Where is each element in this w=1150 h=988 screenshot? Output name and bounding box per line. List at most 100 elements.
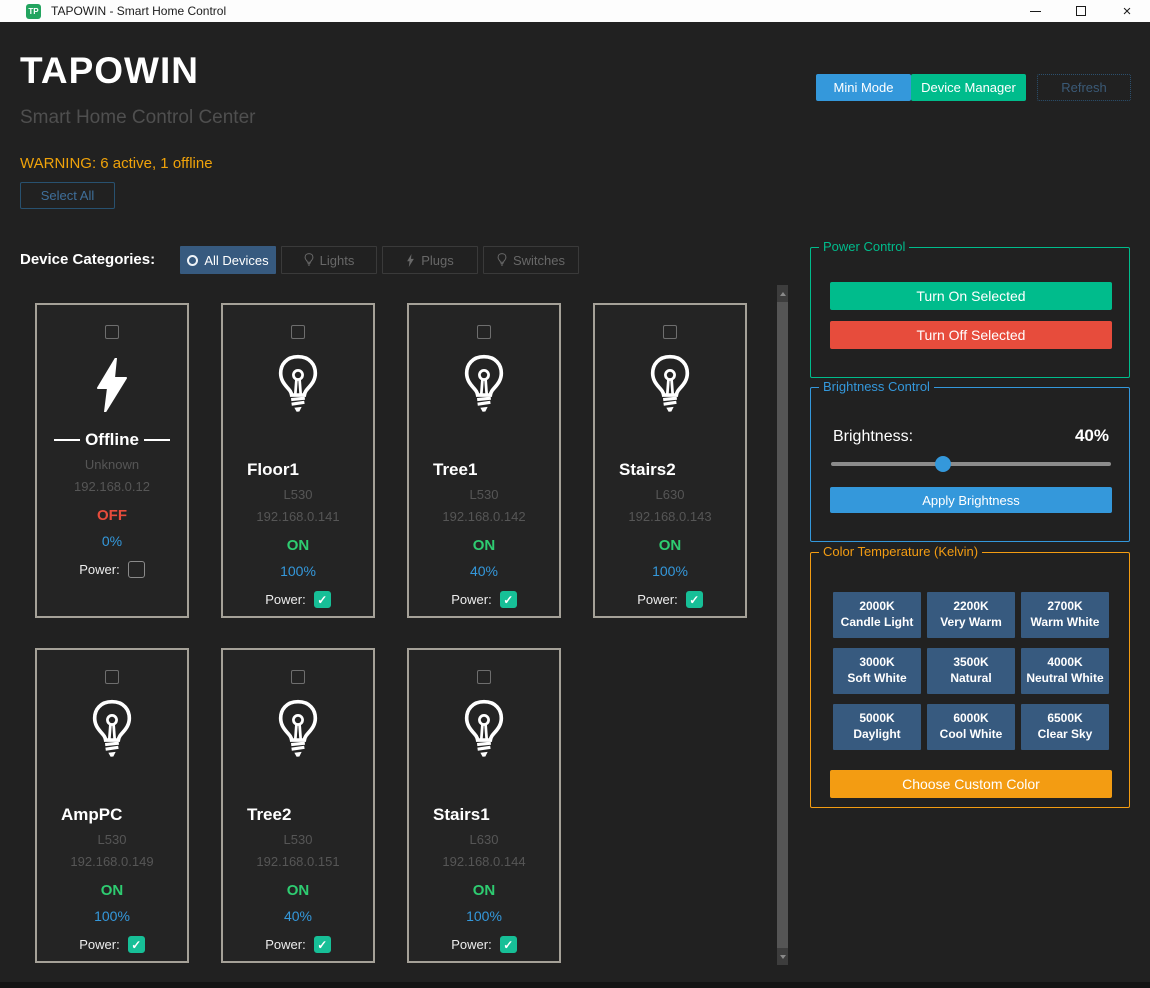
maximize-button[interactable] [1058, 0, 1104, 22]
refresh-button[interactable]: Refresh [1037, 74, 1131, 101]
apply-brightness-button[interactable]: Apply Brightness [830, 487, 1112, 513]
power-checkbox[interactable]: ✓ [500, 936, 517, 953]
page-title: TAPOWIN [20, 50, 199, 92]
kelvin-preset-button[interactable]: 6500K Clear Sky [1021, 704, 1109, 750]
device-model: L530 [470, 487, 499, 502]
kelvin-value: 4000K [1047, 655, 1082, 671]
device-card: Tree1 L530 192.168.0.142 ON 40% Power: ✓ [407, 303, 561, 618]
kelvin-value: 2000K [859, 599, 894, 615]
device-brightness: 100% [280, 563, 316, 579]
kelvin-name: Very Warm [940, 615, 1002, 631]
power-checkbox[interactable]: ✓ [500, 591, 517, 608]
category-tab-label: All Devices [204, 253, 268, 268]
device-model: Unknown [85, 457, 139, 472]
device-status: ON [473, 882, 496, 899]
device-name: Offline [37, 430, 187, 450]
category-tab[interactable]: All Devices [180, 246, 276, 274]
category-tab[interactable]: Lights [281, 246, 377, 274]
color-temperature-group: Color Temperature (Kelvin) 2000K Candle … [810, 552, 1130, 808]
power-label: Power: [265, 937, 305, 952]
kelvin-name: Soft White [847, 671, 906, 687]
turn-on-selected-button[interactable]: Turn On Selected [830, 282, 1112, 310]
offline-bolt-icon [94, 358, 130, 412]
mini-mode-button[interactable]: Mini Mode [816, 74, 911, 101]
device-select-checkbox[interactable] [105, 670, 119, 684]
device-card: AmpPC L530 192.168.0.149 ON 100% Power: … [35, 648, 189, 963]
kelvin-value: 2200K [953, 599, 988, 615]
brightness-slider[interactable] [831, 456, 1111, 472]
device-select-checkbox[interactable] [105, 325, 119, 339]
device-brightness: 100% [94, 908, 130, 924]
device-name: AmpPC [61, 805, 122, 825]
device-select-checkbox[interactable] [477, 670, 491, 684]
kelvin-preset-grid: 2000K Candle Light 2200K Very Warm 2700K… [833, 592, 1109, 750]
minimize-icon [1030, 11, 1041, 12]
device-select-checkbox[interactable] [291, 670, 305, 684]
bulb-icon [276, 699, 320, 761]
brightness-value: 40% [1075, 426, 1109, 446]
power-label: Power: [451, 937, 491, 952]
device-status: ON [287, 882, 310, 899]
check-icon: ✓ [317, 939, 327, 951]
device-status: ON [101, 882, 124, 899]
device-name: Tree2 [247, 805, 291, 825]
device-model: L630 [656, 487, 685, 502]
power-checkbox[interactable]: ✓ [128, 936, 145, 953]
bottom-strip [0, 982, 1150, 988]
brightness-slider-thumb[interactable] [935, 456, 951, 472]
vertical-scrollbar [777, 285, 788, 965]
device-status: ON [659, 537, 682, 554]
kelvin-preset-button[interactable]: 3000K Soft White [833, 648, 921, 694]
brightness-control-title: Brightness Control [819, 379, 934, 394]
app-icon: TP [26, 4, 41, 19]
device-select-checkbox[interactable] [663, 325, 677, 339]
scroll-up-button[interactable] [777, 285, 788, 302]
power-checkbox[interactable]: ✓ [128, 561, 145, 578]
kelvin-preset-button[interactable]: 2000K Candle Light [833, 592, 921, 638]
device-status: OFF [97, 507, 127, 524]
device-status: ON [473, 537, 496, 554]
turn-off-selected-button[interactable]: Turn Off Selected [830, 321, 1112, 349]
device-brightness: 100% [466, 908, 502, 924]
power-checkbox[interactable]: ✓ [686, 591, 703, 608]
choose-custom-color-button[interactable]: Choose Custom Color [830, 770, 1112, 798]
power-label: Power: [79, 562, 119, 577]
select-all-button[interactable]: Select All [20, 182, 115, 209]
brightness-slider-track [831, 462, 1111, 466]
bulb-icon [648, 354, 692, 416]
kelvin-preset-button[interactable]: 5000K Daylight [833, 704, 921, 750]
check-icon: ✓ [503, 594, 513, 606]
category-tab[interactable]: Switches [483, 246, 579, 274]
device-brightness: 40% [470, 563, 498, 579]
app-window: TAPOWIN Smart Home Control Center WARNIN… [0, 22, 1150, 988]
category-tabs: All Devices Lights [180, 246, 579, 274]
device-select-checkbox[interactable] [477, 325, 491, 339]
bulb-icon [276, 354, 320, 416]
device-model: L630 [470, 832, 499, 847]
category-tab[interactable]: Plugs [382, 246, 478, 274]
power-control-group: Power Control Turn On Selected Turn Off … [810, 247, 1130, 378]
device-ip: 192.168.0.141 [256, 509, 339, 524]
power-checkbox[interactable]: ✓ [314, 591, 331, 608]
kelvin-name: Clear Sky [1038, 727, 1093, 743]
device-select-checkbox[interactable] [291, 325, 305, 339]
status-warning: WARNING: 6 active, 1 offline [20, 155, 213, 172]
kelvin-name: Natural [950, 671, 991, 687]
power-checkbox[interactable]: ✓ [314, 936, 331, 953]
close-button[interactable]: × [1104, 0, 1150, 22]
kelvin-preset-button[interactable]: 4000K Neutral White [1021, 648, 1109, 694]
device-manager-button[interactable]: Device Manager [911, 74, 1026, 101]
kelvin-preset-button[interactable]: 2700K Warm White [1021, 592, 1109, 638]
bulb-icon [497, 253, 507, 267]
power-control-title: Power Control [819, 239, 909, 254]
close-icon: × [1123, 4, 1132, 19]
kelvin-preset-button[interactable]: 2200K Very Warm [927, 592, 1015, 638]
kelvin-preset-button[interactable]: 6000K Cool White [927, 704, 1015, 750]
minimize-button[interactable] [1012, 0, 1058, 22]
device-card: Floor1 L530 192.168.0.141 ON 100% Power:… [221, 303, 375, 618]
kelvin-preset-button[interactable]: 3500K Natural [927, 648, 1015, 694]
device-name: Stairs2 [619, 460, 676, 480]
scroll-down-button[interactable] [777, 948, 788, 965]
device-grid: Offline Unknown 192.168.0.12 OFF 0% Powe… [35, 303, 747, 963]
scrollbar-thumb[interactable] [777, 302, 788, 948]
